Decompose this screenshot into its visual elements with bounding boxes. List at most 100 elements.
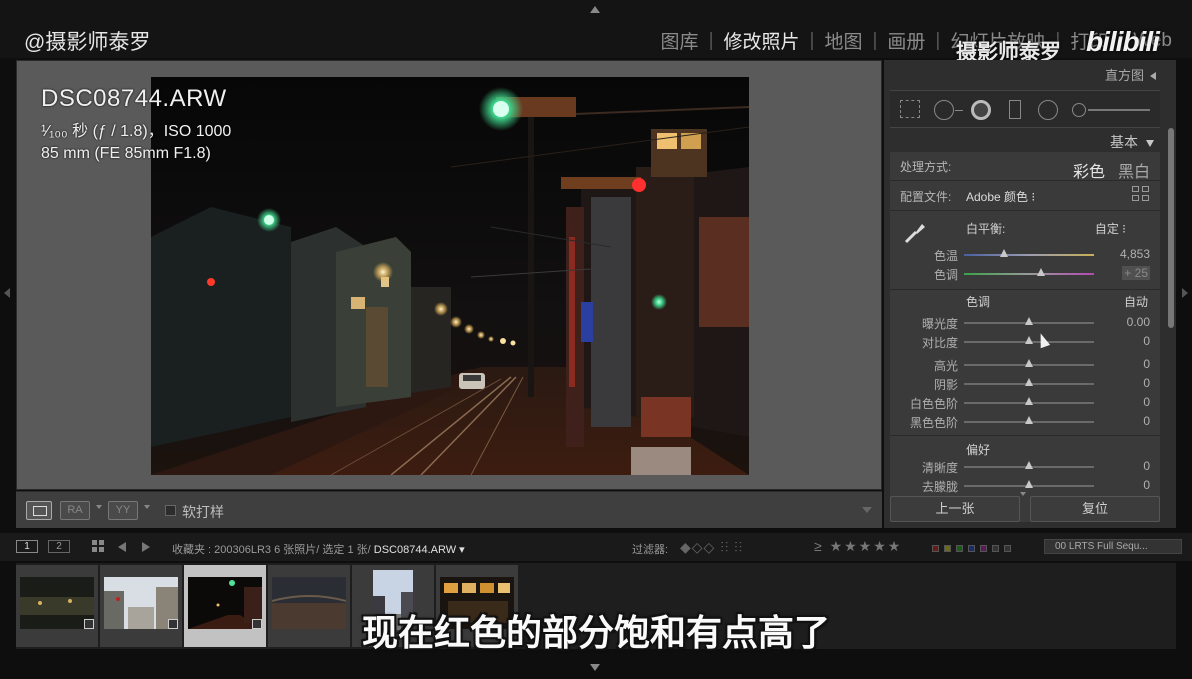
slider-label: 黑色色阶 <box>909 416 958 430</box>
filter-label: 过滤器: <box>632 544 669 556</box>
chevron-down-icon[interactable] <box>96 505 102 509</box>
basic-panel-header[interactable]: 基本 <box>890 130 1160 152</box>
forward-arrow-icon[interactable] <box>142 542 150 552</box>
white-balance-eyedropper-icon[interactable] <box>902 220 928 246</box>
night-street-photo <box>151 77 749 475</box>
panel-scrollbar[interactable] <box>1168 128 1174 328</box>
slider-value[interactable]: 0 <box>1143 376 1150 390</box>
slider-row: 清晰度 0 <box>890 458 1160 476</box>
profile-browser-grid-icon[interactable] <box>1132 186 1150 202</box>
slider-thumb[interactable] <box>1025 359 1033 367</box>
secondary-window-button[interactable]: 2 <box>48 540 70 553</box>
slider-thumb[interactable] <box>1025 416 1033 424</box>
filter-preset-select[interactable]: 00 LRTS Full Sequ... <box>1044 539 1182 554</box>
slider-row: 曝光度 0.00 <box>890 314 1160 332</box>
slider-thumb[interactable] <box>1025 378 1033 386</box>
slider-value[interactable]: 0 <box>1143 395 1150 409</box>
toolbar-menu-icon[interactable] <box>862 507 872 513</box>
slider-thumb[interactable] <box>1025 317 1033 325</box>
slider-thumb[interactable] <box>1025 336 1033 344</box>
right-panel-toggle-icon[interactable] <box>1182 288 1188 298</box>
loupe-viewer[interactable]: DSC08744.ARW ¹⁄₁₀₀ 秒 (ƒ / 1.8)，ISO 1000 … <box>16 60 882 490</box>
back-arrow-icon[interactable] <box>118 542 126 552</box>
lightroom-window: @摄影师泰罗 图库 | 修改照片 | 地图 | 画册 | 幻灯片放映 | 打印 | Web … <box>0 0 1192 679</box>
loupe-view-button[interactable] <box>26 501 52 520</box>
slider-label: 阴影 <box>933 378 958 392</box>
panel-footer: 上一张 复位 <box>890 496 1160 526</box>
filmstrip-source[interactable]: 收藏夹 : 200306LR3 6 张照片/ 选定 1 张/ DSC08744.… <box>172 541 465 557</box>
slider-row: 对比度 0 <box>890 333 1160 351</box>
module-map[interactable]: 地图 <box>818 27 868 54</box>
slider-value[interactable]: 4,853 <box>1120 247 1150 261</box>
color-label-filter[interactable] <box>932 543 1016 555</box>
slider-label: 对比度 <box>921 336 958 350</box>
treatment-color-button[interactable]: 彩色 <box>1073 158 1105 182</box>
slider-value[interactable]: 0 <box>1143 414 1150 428</box>
primary-window-button[interactable]: 1 <box>16 540 38 553</box>
before-after-compare-button[interactable]: YY <box>108 501 138 520</box>
module-develop[interactable]: 修改照片 <box>718 27 806 54</box>
slider-label: 色温 <box>933 249 958 263</box>
slider-label: 曝光度 <box>921 317 958 331</box>
basic-panel: 处理方式: 彩色 黑白 配置文件: Adobe 颜色 ⁝ 白平衡: 自定 ⁝ 色… <box>890 152 1160 522</box>
before-after-button[interactable]: RA <box>60 501 90 520</box>
radial-filter-icon[interactable] <box>1038 100 1058 120</box>
histogram-header[interactable]: 直方图 <box>884 60 1176 84</box>
grid-view-icon[interactable] <box>92 540 106 554</box>
previous-button[interactable]: 上一张 <box>890 496 1020 522</box>
basic-panel-label: 基本 <box>1110 132 1154 152</box>
slider-thumb[interactable] <box>1036 268 1045 276</box>
slider-row: 高光 0 <box>890 356 1160 374</box>
crop-icon[interactable] <box>900 100 920 118</box>
slider-value[interactable]: 0 <box>1143 334 1150 348</box>
current-filename[interactable]: DSC08744.ARW ▾ <box>374 544 465 556</box>
rating-filter[interactable]: ≥ ★★★★★ <box>814 538 902 555</box>
expand-triangle-icon <box>1146 139 1154 147</box>
flag-filter-icons[interactable]: ◆◇◇ ⫶⫶ ⫶⫶ <box>680 539 743 556</box>
slider-value[interactable]: 0 <box>1143 357 1150 371</box>
reset-button[interactable]: 复位 <box>1030 496 1160 522</box>
module-book[interactable]: 画册 <box>881 27 931 54</box>
presence-section-title: 偏好 <box>966 443 991 457</box>
module-bar: @摄影师泰罗 图库 | 修改照片 | 地图 | 画册 | 幻灯片放映 | 打印 | Web … <box>0 0 1192 64</box>
profile-select[interactable]: Adobe 颜色 ⁝ <box>966 188 1035 205</box>
slider-row: 色温 4,853 <box>890 246 1160 264</box>
adjustment-brush-icon[interactable] <box>1072 100 1156 120</box>
slider-row: 阴影 0 <box>890 375 1160 393</box>
left-panel-toggle-icon[interactable] <box>4 288 10 298</box>
photo-exposure: ¹⁄₁₀₀ 秒 (ƒ / 1.8)，ISO 1000 <box>41 123 232 140</box>
red-eye-icon[interactable] <box>971 100 991 120</box>
slider-row: 白色色阶 0 <box>890 394 1160 412</box>
spot-removal-icon[interactable] <box>934 100 963 120</box>
slider-value[interactable]: 0 <box>1143 478 1150 492</box>
slider-value[interactable]: 0.00 <box>1127 315 1150 329</box>
develop-right-panel: 直方图 基本 处理方式: 彩色 黑白 配置文件: Adobe 颜色 ⁝ 白平衡:… <box>884 60 1176 528</box>
filmstrip-toolbar: 1 2 收藏夹 : 200306LR3 6 张照片/ 选定 1 张/ DSC08… <box>0 533 1192 561</box>
treatment-bw-button[interactable]: 黑白 <box>1118 158 1150 182</box>
slider-label: 清晰度 <box>921 461 958 475</box>
collapse-triangle-icon <box>1150 72 1156 80</box>
slider-track[interactable] <box>964 273 1094 275</box>
softproof-checkbox[interactable] <box>165 505 176 516</box>
white-balance-select[interactable]: 自定 ⁝ <box>1095 220 1126 237</box>
slider-track[interactable] <box>964 254 1094 256</box>
slider-thumb[interactable] <box>1025 397 1033 405</box>
slider-thumb[interactable] <box>1025 461 1033 469</box>
module-library[interactable]: 图库 <box>655 27 705 54</box>
collapse-bottom-arrow-icon[interactable] <box>590 664 600 671</box>
bilibili-logo: bilibili <box>1086 26 1160 57</box>
chevron-down-icon[interactable] <box>144 505 150 509</box>
collapse-top-arrow-icon[interactable] <box>590 6 600 13</box>
viewer-toolbar: RA YY 软打样 <box>16 491 882 528</box>
graduated-filter-icon[interactable] <box>1009 100 1021 119</box>
slider-label: 色调 <box>933 268 958 282</box>
slider-thumb[interactable] <box>1025 480 1033 488</box>
watermark-user: @摄影师泰罗 <box>24 31 151 54</box>
auto-tone-button[interactable]: 自动 <box>1124 293 1148 310</box>
photo-lens: 85 mm (FE 85mm F1.8) <box>41 145 211 162</box>
slider-value[interactable]: 0 <box>1143 459 1150 473</box>
slider-value[interactable]: + 25 <box>1122 266 1150 280</box>
main-photo[interactable] <box>151 77 749 475</box>
slider-row: 色调 + 25 <box>890 265 1160 283</box>
slider-thumb[interactable] <box>1000 249 1009 257</box>
